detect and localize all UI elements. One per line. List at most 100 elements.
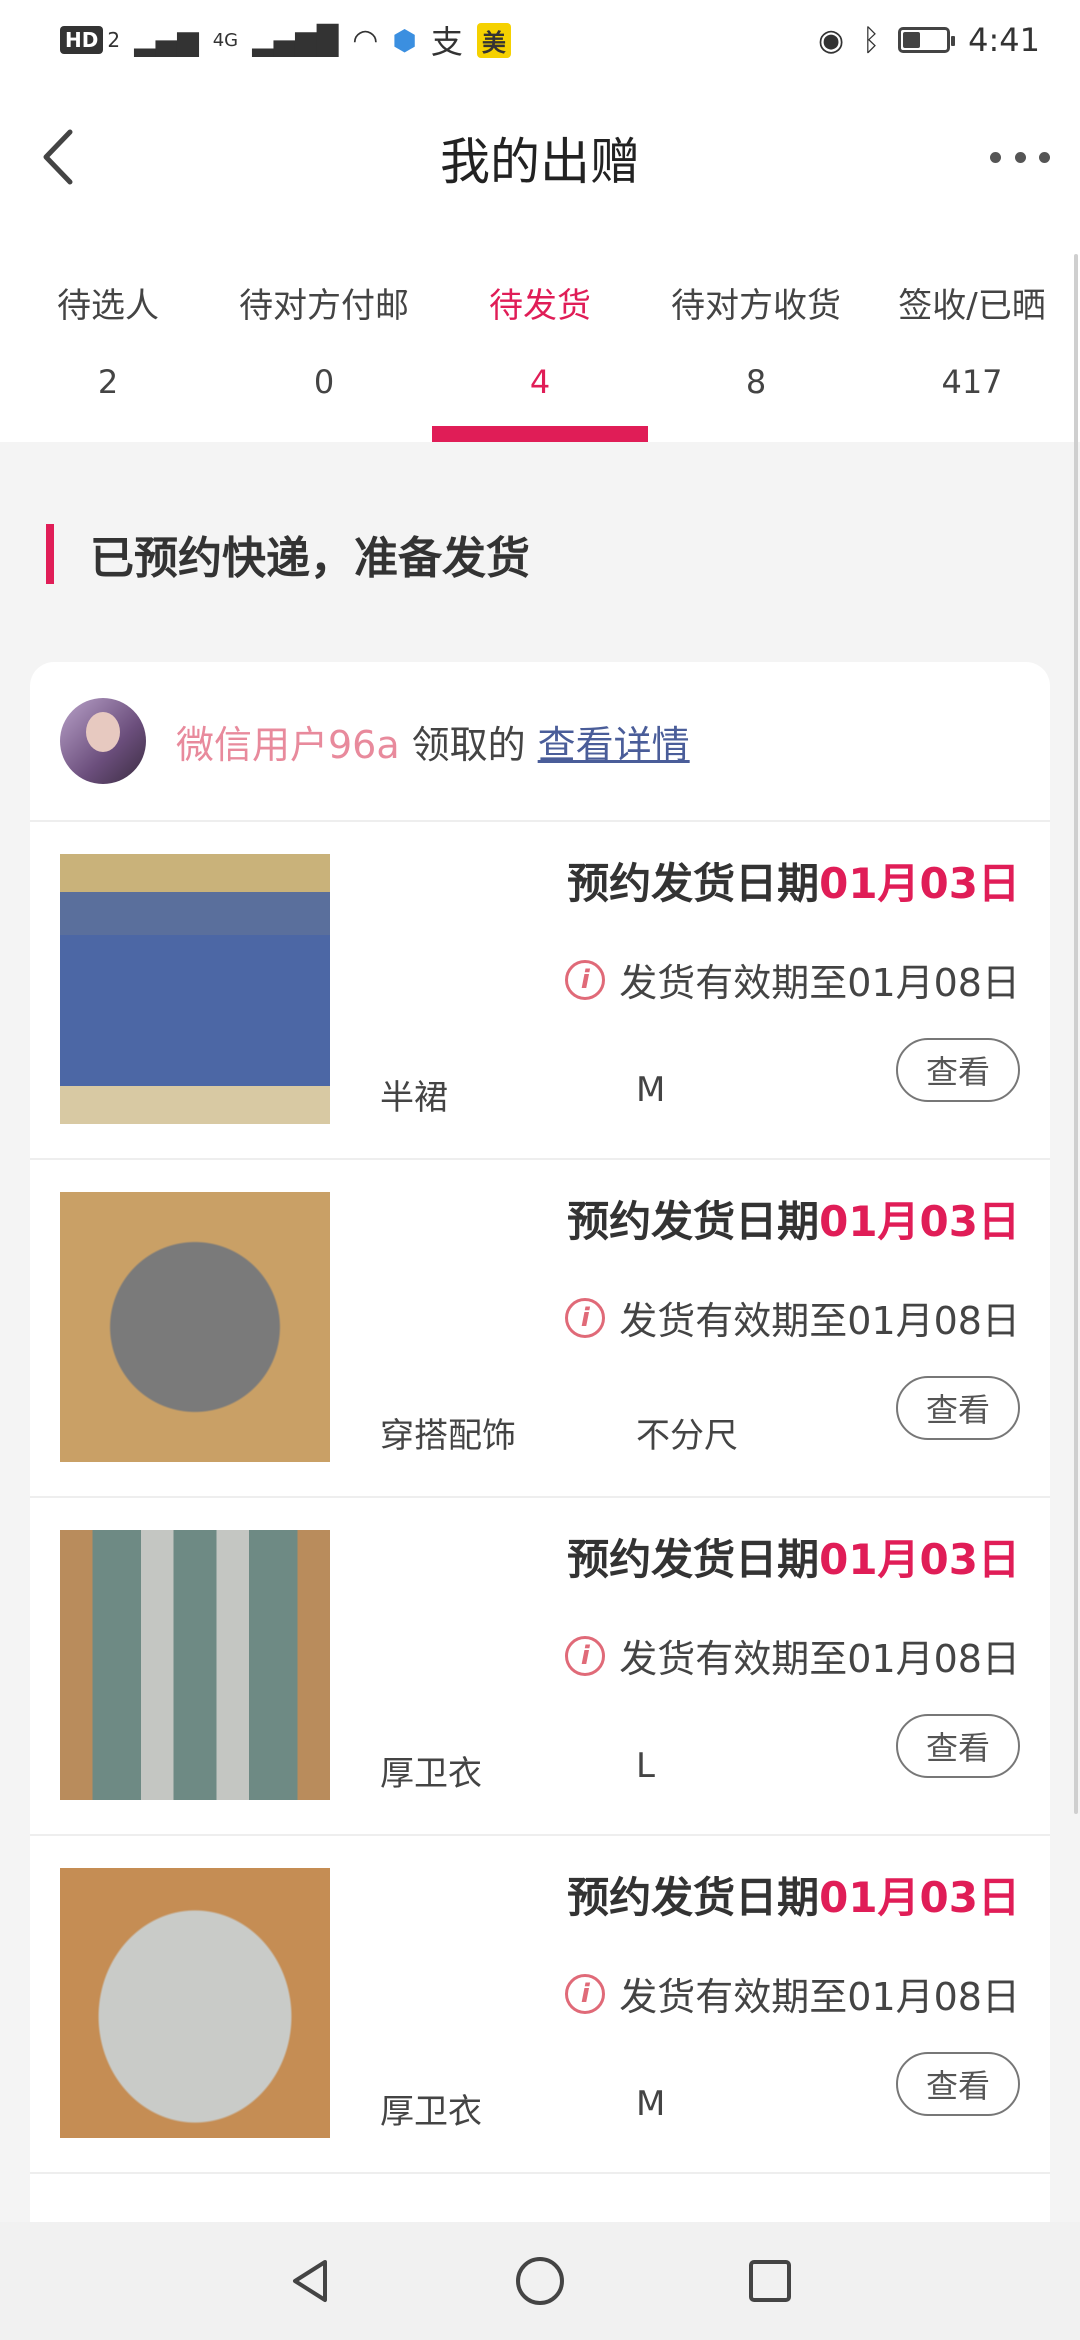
list-item[interactable]: 预约发货日期01月03日 i 发货有效期至01月08日 穿搭配饰 不分尺 查看 bbox=[30, 1160, 1050, 1498]
ship-date-value: 01月03日 bbox=[819, 859, 1020, 908]
tab-count: 4 bbox=[529, 363, 551, 401]
item-size: 不分尺 bbox=[636, 1416, 738, 1456]
hd-badge: HD bbox=[60, 26, 104, 54]
nav-recents-button[interactable] bbox=[740, 2251, 800, 2311]
info-icon: i bbox=[565, 959, 606, 1000]
battery-icon bbox=[898, 27, 956, 53]
item-size: M bbox=[636, 1070, 666, 1110]
item-size: L bbox=[636, 1746, 655, 1786]
recipient-row: 微信用户96a 领取的 查看详情 bbox=[30, 662, 1050, 822]
tab-count: 417 bbox=[941, 363, 1003, 401]
validity-text: 发货有效期至01月08日 bbox=[619, 1637, 1020, 1681]
more-dot-icon bbox=[1039, 151, 1050, 163]
tab-label: 待发货 bbox=[489, 286, 591, 326]
section-marker bbox=[46, 524, 54, 584]
item-thumbnail[interactable] bbox=[60, 1530, 330, 1800]
sim-indicator: 2 bbox=[107, 28, 121, 52]
view-details-link[interactable]: 查看详情 bbox=[538, 714, 690, 769]
claimed-label: 领取的 bbox=[411, 722, 526, 767]
info-icon: i bbox=[565, 1973, 606, 2014]
ship-date-value: 01月03日 bbox=[819, 1535, 1020, 1584]
back-triangle-icon bbox=[293, 2260, 327, 2302]
tab-label: 签收/已晒 bbox=[898, 286, 1046, 326]
pay-app-icon: 支 bbox=[430, 23, 463, 61]
item-category: 厚卫衣 bbox=[380, 2092, 482, 2132]
validity-text: 发货有效期至01月08日 bbox=[619, 1975, 1020, 2019]
item-category: 穿搭配饰 bbox=[380, 1416, 516, 1456]
tab-received[interactable]: 签收/已晒 417 bbox=[864, 230, 1080, 442]
item-category: 厚卫衣 bbox=[380, 1754, 482, 1794]
list-item[interactable]: 预约发货日期01月03日 i 发货有效期至01月08日 半裙 M 查看 bbox=[30, 822, 1050, 1160]
validity-row: i 发货有效期至01月08日 bbox=[565, 1290, 1020, 1345]
system-nav-bar bbox=[0, 2222, 1080, 2340]
ship-date-value: 01月03日 bbox=[819, 1197, 1020, 1246]
validity-row: i 发货有效期至01月08日 bbox=[565, 952, 1020, 1007]
nav-home-button[interactable] bbox=[510, 2251, 570, 2311]
more-dot-icon bbox=[990, 151, 1001, 163]
ship-date-label: 预约发货日期 bbox=[567, 1197, 820, 1246]
active-tab-indicator bbox=[432, 426, 648, 442]
tab-label: 待选人 bbox=[57, 286, 159, 326]
tab-pending-postage[interactable]: 待对方付邮 0 bbox=[216, 230, 432, 442]
ship-date: 预约发货日期01月03日 bbox=[567, 1864, 1020, 1925]
ship-date: 预约发货日期01月03日 bbox=[567, 850, 1020, 911]
validity-text: 发货有效期至01月08日 bbox=[619, 1299, 1020, 1343]
home-circle-icon bbox=[516, 2257, 564, 2305]
app-header: 我的出赠 bbox=[0, 80, 1080, 230]
eye-icon: ◉ bbox=[817, 22, 845, 58]
signal-icon-2: ▂▄▆█ bbox=[252, 23, 339, 57]
avatar[interactable] bbox=[60, 698, 146, 784]
item-category: 半裙 bbox=[380, 1078, 448, 1118]
shield-icon: ⬢ bbox=[392, 23, 417, 57]
tab-pending-receipt[interactable]: 待对方收货 8 bbox=[648, 230, 864, 442]
view-button[interactable]: 查看 bbox=[896, 2052, 1020, 2116]
view-button[interactable]: 查看 bbox=[896, 1714, 1020, 1778]
validity-text: 发货有效期至01月08日 bbox=[619, 961, 1020, 1005]
info-icon: i bbox=[565, 1297, 606, 1338]
list-item[interactable]: 预约发货日期01月03日 i 发货有效期至01月08日 厚卫衣 M 查看 bbox=[30, 1836, 1050, 2174]
bluetooth-icon: ᛒ bbox=[862, 22, 881, 58]
page-title: 我的出赠 bbox=[440, 133, 640, 191]
section-header: 已预约快递，准备发货 bbox=[46, 524, 530, 584]
item-thumbnail[interactable] bbox=[60, 854, 330, 1124]
ship-date-label: 预约发货日期 bbox=[567, 859, 820, 908]
tab-count: 2 bbox=[97, 363, 119, 401]
gift-card: 微信用户96a 领取的 查看详情 预约发货日期01月03日 i 发货有效期至01月… bbox=[30, 662, 1050, 2282]
nav-back-button[interactable] bbox=[280, 2251, 340, 2311]
status-bar: HD 2 ▂▄▆ 4G ▂▄▆█ ◠ ⬢ 支 美 ◉ ᛒ 4:41 bbox=[0, 0, 1080, 80]
wifi-icon: ◠ bbox=[352, 22, 379, 58]
tab-count: 0 bbox=[313, 363, 335, 401]
list-item[interactable]: 预约发货日期01月03日 i 发货有效期至01月08日 厚卫衣 L 查看 bbox=[30, 1498, 1050, 1836]
recents-square-icon bbox=[749, 2260, 791, 2302]
tab-count: 8 bbox=[745, 363, 767, 401]
recipient-username[interactable]: 微信用户96a bbox=[176, 714, 400, 769]
item-thumbnail[interactable] bbox=[60, 1868, 330, 2138]
tab-label: 待对方付邮 bbox=[239, 286, 409, 326]
more-button[interactable] bbox=[990, 132, 1050, 182]
status-tabs: 待选人 2 待对方付邮 0 待发货 4 待对方收货 8 签收/已晒 417 bbox=[0, 230, 1080, 442]
view-button[interactable]: 查看 bbox=[896, 1376, 1020, 1440]
more-dot-icon bbox=[1014, 151, 1026, 163]
app-badge-icon: 美 bbox=[476, 22, 511, 58]
tab-pending-shipment[interactable]: 待发货 4 bbox=[432, 230, 648, 442]
signal-icon: ▂▄▆ bbox=[134, 23, 199, 57]
status-time: 4:41 bbox=[968, 21, 1040, 59]
info-icon: i bbox=[565, 1635, 606, 1676]
validity-row: i 发货有效期至01月08日 bbox=[565, 1628, 1020, 1683]
ship-date: 预约发货日期01月03日 bbox=[567, 1526, 1020, 1587]
ship-date-label: 预约发货日期 bbox=[567, 1873, 820, 1922]
status-right: ◉ ᛒ 4:41 bbox=[818, 21, 1040, 59]
tab-label: 待对方收货 bbox=[671, 286, 841, 326]
ship-date: 预约发货日期01月03日 bbox=[567, 1188, 1020, 1249]
ship-date-label: 预约发货日期 bbox=[567, 1535, 820, 1584]
validity-row: i 发货有效期至01月08日 bbox=[565, 1966, 1020, 2021]
view-button[interactable]: 查看 bbox=[896, 1038, 1020, 1102]
ship-date-value: 01月03日 bbox=[819, 1873, 1020, 1922]
section-title: 已预约快递，准备发货 bbox=[90, 533, 530, 584]
tab-pending-select[interactable]: 待选人 2 bbox=[0, 230, 216, 442]
item-thumbnail[interactable] bbox=[60, 1192, 330, 1462]
scrollbar[interactable] bbox=[1074, 254, 1078, 1814]
status-left: HD 2 ▂▄▆ 4G ▂▄▆█ ◠ ⬢ 支 美 bbox=[60, 17, 511, 63]
network-type: 4G bbox=[212, 29, 239, 51]
item-size: M bbox=[636, 2084, 666, 2124]
